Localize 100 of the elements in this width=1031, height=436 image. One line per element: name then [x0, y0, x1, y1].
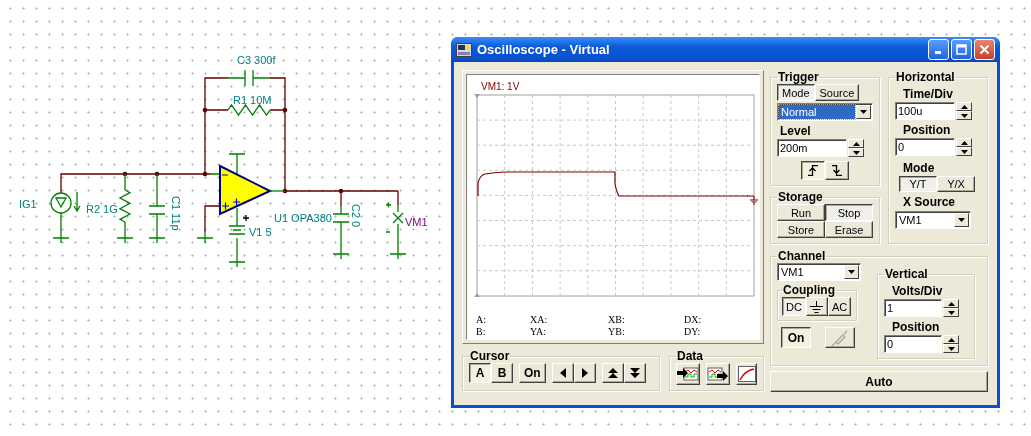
spin-down-button[interactable] [943, 308, 959, 317]
cursor-button[interactable]: A [469, 363, 491, 383]
window-title: Oscilloscope - Virtual [477, 42, 611, 57]
cursor-readout: B: [476, 326, 487, 337]
dropdown-button[interactable] [844, 265, 859, 279]
down-arrow-icon [629, 368, 640, 378]
coupling-button[interactable] [805, 297, 828, 316]
component-label: C3 300f [237, 54, 276, 66]
storage-button[interactable]: Run [777, 204, 825, 221]
group-title: Data [676, 349, 704, 363]
maximize-icon [956, 44, 967, 55]
field-label: X Source [903, 195, 957, 209]
up-arrow-icon [947, 337, 955, 342]
coupling-button[interactable]: DC [782, 297, 806, 316]
field-label: Position [903, 123, 952, 137]
spin-down-button[interactable] [956, 111, 972, 120]
trigger-level-field[interactable]: 200m [777, 139, 847, 157]
spin-up-button[interactable] [943, 299, 959, 308]
ground-icon [810, 300, 824, 313]
spin-down-button[interactable] [848, 148, 864, 157]
auto-button[interactable]: Auto [770, 371, 988, 392]
falling-edge-icon [832, 165, 842, 176]
trigger-tab[interactable]: Source [814, 84, 860, 101]
data-curve-button[interactable] [736, 363, 757, 385]
cursor-down-button[interactable] [623, 363, 646, 383]
up-arrow-icon [960, 104, 968, 109]
coupling-button[interactable]: AC [827, 297, 852, 316]
vertical-position-field[interactable]: 0 [884, 335, 942, 353]
dropdown-button[interactable] [856, 105, 871, 119]
cursor-button[interactable]: B [491, 363, 513, 383]
storage-button[interactable]: Store [777, 221, 825, 238]
falling-edge-button[interactable] [825, 161, 849, 180]
storage-button[interactable]: Erase [825, 221, 873, 238]
cursor-readout: DY: [684, 326, 701, 337]
data-export-button[interactable] [706, 363, 730, 385]
dropdown-button[interactable] [954, 213, 969, 227]
component-label: IG1 [19, 198, 37, 210]
group-title: Channel [777, 249, 827, 263]
maximize-button[interactable] [951, 39, 972, 60]
spin-down-button[interactable] [956, 147, 972, 156]
rising-edge-button[interactable] [801, 161, 825, 180]
group-title: Horizontal [895, 70, 956, 84]
cursor-up-button[interactable] [601, 363, 624, 383]
dropdown-arrow-icon [848, 270, 855, 274]
import-data-icon [677, 366, 699, 382]
mode-button[interactable]: Y/X [937, 176, 975, 192]
spin-up-button[interactable] [956, 102, 972, 111]
down-arrow-icon [947, 310, 955, 315]
field-label: Mode [903, 161, 936, 175]
close-icon [979, 44, 990, 55]
channel-dropdown[interactable]: VM1 [777, 263, 861, 281]
rising-edge-icon [808, 165, 818, 176]
cursor-button[interactable]: On [519, 363, 546, 383]
oscilloscope-icon [456, 42, 472, 57]
time-div-field[interactable]: 100u [895, 102, 955, 120]
cursor-readout: YB: [608, 326, 626, 337]
group-title: Cursor [469, 349, 511, 363]
group-title: Storage [777, 190, 824, 204]
cursor-left-button[interactable] [551, 363, 574, 383]
close-button[interactable] [974, 39, 995, 60]
component-label: C2 0 [350, 204, 362, 228]
spin-down-button[interactable] [943, 344, 959, 353]
component-label: U1 OPA380 [274, 212, 332, 224]
export-data-icon [707, 366, 729, 382]
data-import-button[interactable] [676, 363, 700, 385]
dropdown-arrow-icon [860, 110, 867, 114]
curve-chart-icon [737, 366, 756, 382]
group-title: Trigger [777, 70, 820, 84]
spin-up-button[interactable] [956, 138, 972, 147]
cursor-readout: A: [476, 314, 487, 325]
horizontal-position-field[interactable]: 0 [895, 138, 955, 156]
cursor-right-button[interactable] [573, 363, 596, 383]
up-arrow-icon [960, 140, 968, 145]
minimize-button[interactable] [928, 39, 949, 60]
cursor-readout: XA: [530, 314, 549, 325]
left-arrow-icon [559, 368, 566, 378]
x-source-dropdown[interactable]: VM1 [895, 211, 971, 229]
field-label: Volts/Div [892, 284, 944, 298]
cursor-readout: DX: [684, 314, 702, 325]
cursor-readout: YA: [530, 326, 548, 337]
component-label: C1 11p [170, 196, 182, 231]
spin-up-button[interactable] [848, 139, 864, 148]
channel-on-button[interactable]: On [781, 327, 811, 348]
spin-up-button[interactable] [943, 335, 959, 344]
component-label: V1 5 [249, 226, 272, 238]
right-arrow-icon [581, 368, 588, 378]
field-label: Time/Div [903, 87, 954, 101]
component-label: VM1 [405, 216, 428, 228]
ground-marker-icon [746, 195, 759, 205]
field-label: Level [780, 124, 812, 138]
down-arrow-icon [947, 346, 955, 351]
volts-div-field[interactable]: 1 [884, 299, 942, 317]
up-arrow-icon [852, 141, 860, 146]
trigger-mode-dropdown[interactable]: Normal [777, 103, 873, 121]
trigger-tab[interactable]: Mode [777, 84, 815, 101]
storage-button[interactable]: Stop [825, 204, 873, 221]
mode-button[interactable]: Y/T [899, 176, 937, 192]
channel-scale-label: VM1: 1V [481, 81, 520, 92]
component-label: R1 10M [233, 94, 272, 106]
group-title: Coupling [782, 283, 836, 297]
